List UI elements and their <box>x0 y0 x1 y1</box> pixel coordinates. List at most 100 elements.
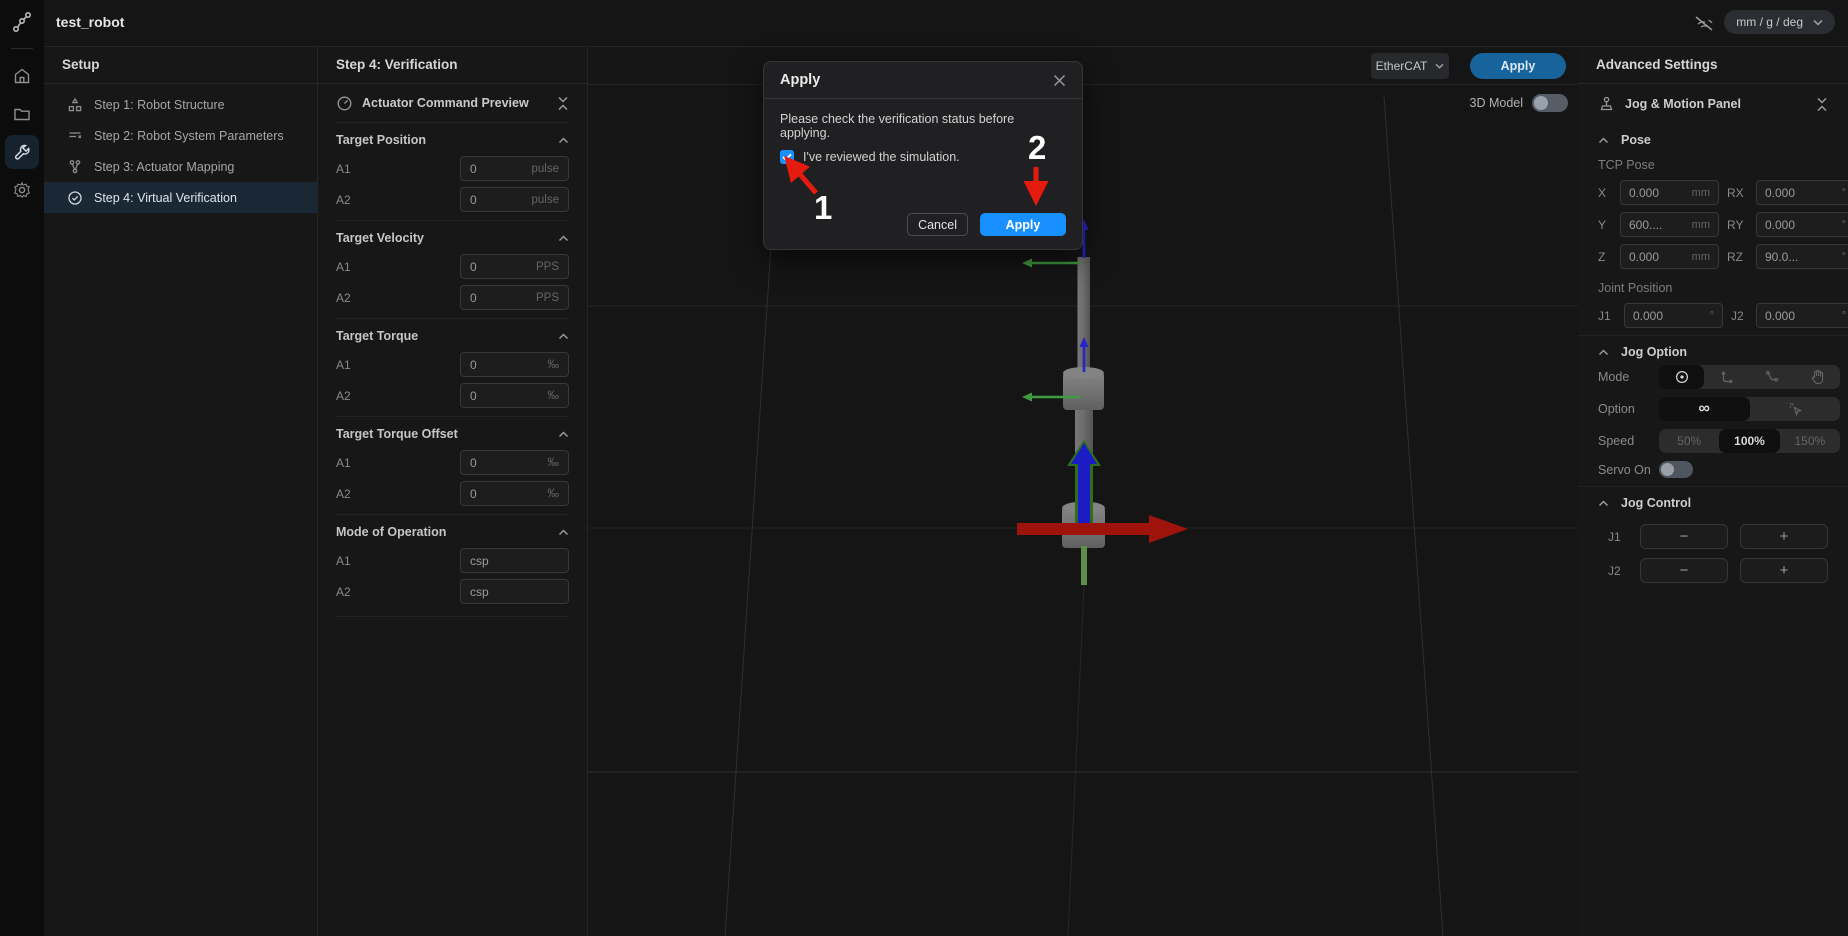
3d-scene <box>588 84 1578 936</box>
modal-cancel-button[interactable]: Cancel <box>907 213 968 236</box>
section-target-torque: Target Torque A1 0 ‰ A2 0 ‰ <box>336 318 569 416</box>
mode-of-operation-a2-input[interactable]: csp <box>460 579 569 604</box>
robot-model <box>1017 219 1188 585</box>
gauge-icon <box>336 95 353 112</box>
j2-plus-button[interactable]: + <box>1740 558 1828 583</box>
sidebar-item-step4[interactable]: Step 4: Virtual Verification <box>44 182 317 213</box>
verification-panel-title: Step 4: Verification <box>318 46 587 84</box>
servo-on-toggle[interactable] <box>1659 461 1693 478</box>
mode-of-operation-a1-input[interactable]: csp <box>460 548 569 573</box>
speed-50-button[interactable]: 50% <box>1659 429 1719 453</box>
settings-button[interactable] <box>5 173 39 207</box>
field-value: csp <box>470 554 489 568</box>
field-unit: mm <box>1692 251 1710 263</box>
target-torque-offset-a2-input[interactable]: 0 ‰ <box>460 481 569 506</box>
axis-label: A2 <box>336 193 460 207</box>
speed-100-button[interactable]: 100% <box>1719 429 1779 453</box>
tcp-rx-input[interactable]: 0.000 ° <box>1756 180 1848 205</box>
section-title: Mode of Operation <box>336 525 446 539</box>
step-click-icon[interactable] <box>1750 397 1841 421</box>
tcp-z-input[interactable]: 0.000 mm <box>1620 244 1719 269</box>
pose-axis-label: RY <box>1727 218 1748 232</box>
field-value: 0.000 <box>1765 186 1795 200</box>
axis-label: A1 <box>336 358 460 372</box>
section-header[interactable]: Target Position <box>336 133 569 147</box>
axis-label: A2 <box>336 291 460 305</box>
j2-minus-button[interactable]: − <box>1640 558 1728 583</box>
hand-guide-icon[interactable] <box>1795 365 1840 389</box>
target-position-a1-input[interactable]: 0 pulse <box>460 156 569 181</box>
nav-rail <box>0 0 44 936</box>
tools-button[interactable] <box>5 135 39 169</box>
tcp-ry-input[interactable]: 0.000 ° <box>1756 212 1848 237</box>
field-unit: pulse <box>532 163 560 175</box>
cartesian-jog-icon[interactable] <box>1704 365 1749 389</box>
continuous-icon[interactable]: ∞ <box>1659 397 1750 421</box>
section-header[interactable]: Target Torque <box>336 329 569 343</box>
units-value: mm / g / deg <box>1736 15 1803 29</box>
chevron-up-icon <box>1598 349 1609 356</box>
cancel-label: Cancel <box>918 218 957 232</box>
toolbar-apply-button[interactable]: Apply <box>1470 53 1566 79</box>
chevron-up-icon <box>558 529 569 536</box>
jog-control-section-header[interactable]: Jog Control <box>1578 487 1848 516</box>
field-unit: ° <box>1842 310 1846 322</box>
section-header[interactable]: Target Torque Offset <box>336 427 569 441</box>
tcp-y-input[interactable]: 600.... mm <box>1620 212 1719 237</box>
section-header[interactable]: Mode of Operation <box>336 525 569 539</box>
tcp-rz-input[interactable]: 90.0... ° <box>1756 244 1848 269</box>
servo-on-label: Servo On <box>1598 463 1659 477</box>
projects-button[interactable] <box>5 97 39 131</box>
protocol-dropdown[interactable]: EtherCAT <box>1371 53 1449 79</box>
field-value: 0 <box>470 456 477 470</box>
field-unit: mm <box>1692 187 1710 199</box>
close-icon[interactable] <box>1053 74 1066 87</box>
joint-j2-input[interactable]: 0.000 ° <box>1756 303 1848 328</box>
section-target-velocity: Target Velocity A1 0 PPS A2 0 PPS <box>336 220 569 318</box>
pose-section-header[interactable]: Pose <box>1578 124 1848 153</box>
target-velocity-a2-input[interactable]: 0 PPS <box>460 285 569 310</box>
units-dropdown[interactable]: mm / g / deg <box>1724 10 1835 34</box>
collapse-panel-icon[interactable] <box>557 96 569 111</box>
dialog-title: Apply <box>780 72 820 88</box>
j1-minus-button[interactable]: − <box>1640 524 1728 549</box>
joint-position-label: Joint Position <box>1578 276 1848 303</box>
field-unit: PPS <box>536 261 559 273</box>
jog-panel-title: Jog & Motion Panel <box>1625 97 1741 111</box>
3d-viewport[interactable]: 3D Model <box>588 46 1578 936</box>
simulation-reviewed-checkbox[interactable] <box>780 150 794 164</box>
wrench-icon <box>13 143 31 161</box>
target-torque-a1-input[interactable]: 0 ‰ <box>460 352 569 377</box>
target-position-a2-input[interactable]: 0 pulse <box>460 187 569 212</box>
field-unit: ° <box>1710 310 1714 322</box>
sidebar-item-step2[interactable]: Step 2: Robot System Parameters <box>44 120 317 151</box>
joint-j1-input[interactable]: 0.000 ° <box>1624 303 1723 328</box>
j1-plus-button[interactable]: + <box>1740 524 1828 549</box>
jog-option-section-header[interactable]: Jog Option <box>1578 336 1848 365</box>
field-unit: PPS <box>536 292 559 304</box>
sidebar-item-step1[interactable]: Step 1: Robot Structure <box>44 89 317 120</box>
modal-apply-button[interactable]: Apply <box>980 213 1066 236</box>
base-frame <box>1017 440 1188 543</box>
target-velocity-a1-input[interactable]: 0 PPS <box>460 254 569 279</box>
collapse-panel-icon[interactable] <box>1816 97 1828 112</box>
rail-divider <box>11 48 33 49</box>
pose-axis-label: Y <box>1598 218 1612 232</box>
path-jog-icon[interactable] <box>1750 365 1795 389</box>
setup-panel: Setup Step 1: Robot Structure Step 2: Ro… <box>44 46 318 936</box>
tcp-x-input[interactable]: 0.000 mm <box>1620 180 1719 205</box>
joint-jog-icon[interactable] <box>1659 365 1704 389</box>
axis-label: A2 <box>336 389 460 403</box>
sidebar-item-step3[interactable]: Step 3: Actuator Mapping <box>44 151 317 182</box>
target-torque-a2-input[interactable]: 0 ‰ <box>460 383 569 408</box>
jog-joint-label: J1 <box>1608 530 1628 544</box>
checkbox-label: I've reviewed the simulation. <box>803 150 960 164</box>
home-button[interactable] <box>5 59 39 93</box>
pose-axis-label: RX <box>1727 186 1748 200</box>
speed-150-button[interactable]: 150% <box>1780 429 1840 453</box>
section-header[interactable]: Target Velocity <box>336 231 569 245</box>
target-torque-offset-a1-input[interactable]: 0 ‰ <box>460 450 569 475</box>
field-value: 0 <box>470 389 477 403</box>
kinematics-logo-icon <box>0 0 44 44</box>
section-target-torque-offset: Target Torque Offset A1 0 ‰ A2 0 ‰ <box>336 416 569 514</box>
